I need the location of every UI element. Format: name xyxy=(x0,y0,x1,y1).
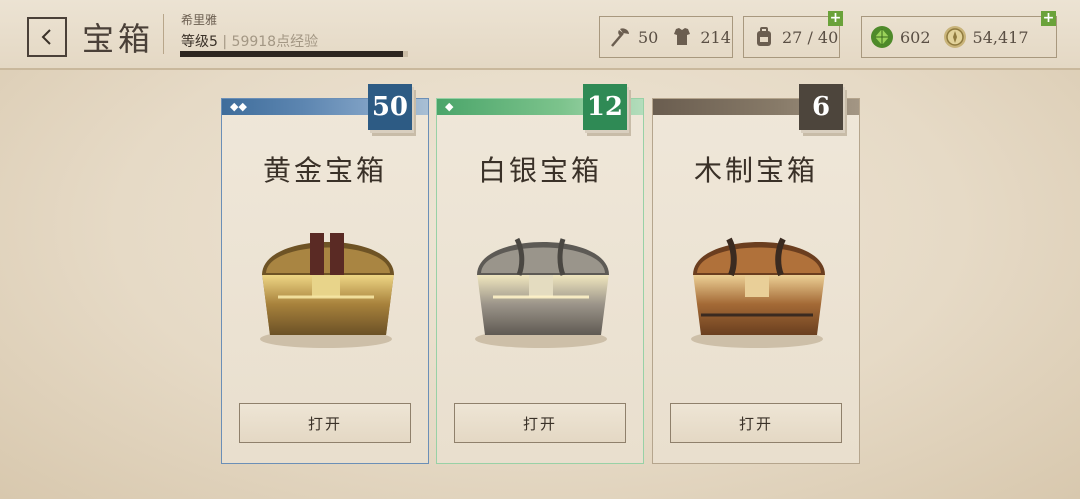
back-button[interactable] xyxy=(27,17,67,57)
armor-value: 214 xyxy=(700,27,731,47)
level-info: 等级5 | 59918点经验 xyxy=(181,31,318,51)
add-currency-button[interactable]: + xyxy=(1041,11,1056,26)
chest-count-badge: 12 xyxy=(582,84,627,130)
open-button[interactable]: 打开 xyxy=(454,403,626,443)
silver-chest-icon xyxy=(475,237,609,348)
header-divider xyxy=(163,14,164,54)
chest-name: 黄金宝箱 xyxy=(262,154,387,187)
gem-icon xyxy=(871,26,893,48)
attack-value: 50 xyxy=(638,27,659,47)
tier-marks: ◆◆ xyxy=(230,100,247,113)
player-level: 等级5 xyxy=(181,34,218,50)
gold-chest-card[interactable]: ◆◆ 50 黄金宝箱 打开 xyxy=(221,84,429,464)
open-button[interactable]: 打开 xyxy=(239,403,411,443)
inventory-value: 27 / 40 xyxy=(782,27,839,47)
wooden-chest-card[interactable]: 6 木制宝箱 打开 xyxy=(652,84,860,464)
combat-stats[interactable]: 50 214 xyxy=(599,16,733,58)
gold-chest-icon xyxy=(260,233,394,348)
player-xp: 59918点经验 xyxy=(231,34,319,50)
chest-name: 白银宝箱 xyxy=(477,154,602,187)
inventory-capacity[interactable]: 27 / 40 xyxy=(743,16,840,58)
gems-value: 602 xyxy=(900,27,931,47)
page-title: 宝箱 xyxy=(82,20,155,58)
armor-icon xyxy=(674,28,691,45)
currency-panel[interactable]: 602 54,417 xyxy=(861,16,1057,58)
chest-count-badge: 50 xyxy=(367,84,412,130)
open-button[interactable]: 打开 xyxy=(670,403,842,443)
wooden-chest-icon xyxy=(691,237,825,348)
silver-chest-card[interactable]: ◆ 12 白银宝箱 打开 xyxy=(436,84,644,464)
add-inventory-button[interactable]: + xyxy=(828,11,843,26)
xp-progress-fill xyxy=(180,51,404,57)
player-name: 希里雅 xyxy=(181,13,218,27)
coins-value: 54,417 xyxy=(972,27,1029,47)
tier-marks: ◆ xyxy=(445,100,454,113)
top-bar: 宝箱 希里雅 等级5 | 59918点经验 50 214 27 / 40 + 6… xyxy=(0,0,1080,70)
chest-name: 木制宝箱 xyxy=(693,154,818,187)
axe-icon xyxy=(611,28,629,47)
coin-icon xyxy=(943,26,966,48)
chest-count-badge: 6 xyxy=(799,84,843,130)
backpack-icon xyxy=(757,27,771,46)
chevron-left-icon xyxy=(41,29,51,45)
level-separator: | xyxy=(222,34,232,50)
xp-progress-bar xyxy=(180,51,408,57)
